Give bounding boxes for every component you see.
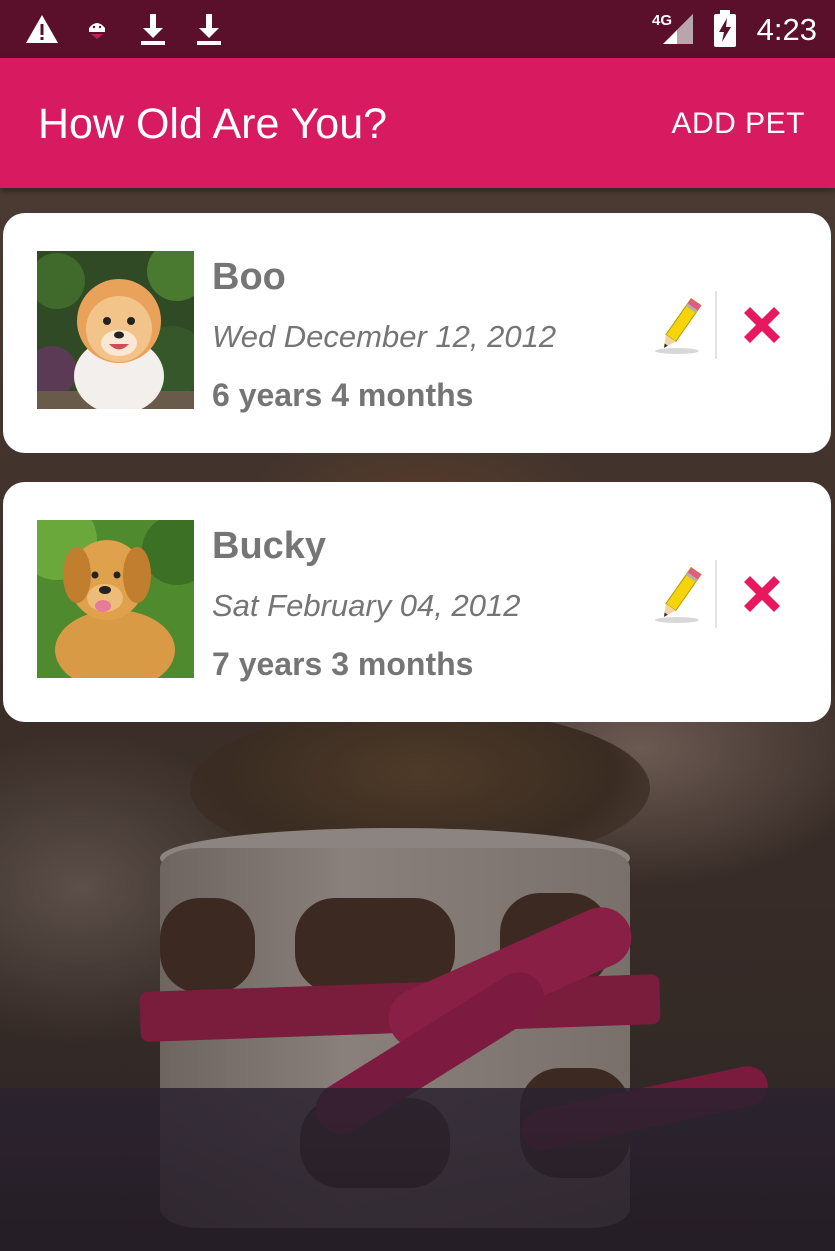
pet-age: 6 years 4 months [212,377,474,413]
plate-shape [0,1088,835,1251]
close-icon[interactable] [738,301,786,349]
download-icon [192,10,226,48]
bone-shape [160,898,255,993]
pet-name: Boo [212,256,286,298]
app-bar: How Old Are You? ADD PET [0,58,835,188]
warning-icon [22,10,62,48]
download-icon [136,10,170,48]
battery-charging-icon [712,10,738,48]
signal-icon [660,10,696,48]
pet-photo [37,251,194,409]
pencil-icon[interactable] [653,293,707,357]
divider [715,560,717,628]
pencil-icon[interactable] [653,562,707,626]
pet-card[interactable]: Bucky Sat February 04, 2012 7 years 3 mo… [3,482,831,722]
close-icon[interactable] [738,570,786,618]
pet-birthdate: Sat February 04, 2012 [212,588,521,623]
status-bar: 4G 4:23 [0,0,835,58]
divider [715,291,717,359]
pet-name: Bucky [212,525,327,567]
pet-card[interactable]: Boo Wed December 12, 2012 6 years 4 mont… [3,213,831,453]
pet-birthdate: Wed December 12, 2012 [212,319,557,354]
pet-photo [37,520,194,678]
android-debug-icon [84,10,110,48]
bone-shape [295,898,455,993]
app-title: How Old Are You? [38,100,388,148]
add-pet-button[interactable]: ADD PET [671,104,805,144]
clock-time: 4:23 [756,12,817,47]
pet-age: 7 years 3 months [212,646,474,682]
